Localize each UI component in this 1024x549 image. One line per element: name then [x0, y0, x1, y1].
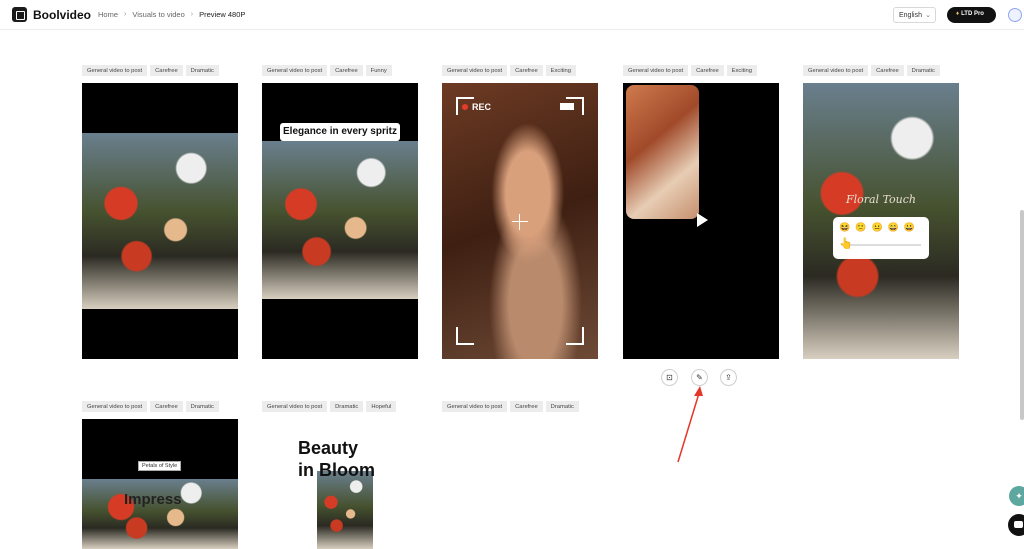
diamond-icon: ♦ [956, 11, 960, 17]
pointer-hand-icon: 👆 [839, 238, 853, 250]
frame-corner [456, 327, 474, 345]
battery-icon [560, 103, 574, 110]
tag: Carefree [510, 65, 543, 76]
tag: Carefree [871, 65, 904, 76]
video-preview[interactable]: Elegance in every spritz [262, 83, 418, 359]
emoji-row: 😆 🙁 😐 😄 😀 [839, 222, 915, 233]
tag-list: General video to post Carefree Funny [262, 65, 418, 77]
big-overlay-text: Impress [124, 491, 182, 508]
breadcrumb: Home › Visuals to video › Preview 480P [98, 10, 245, 19]
tag-list: General video to post Carefree Dramatic [82, 401, 238, 413]
tag: General video to post [442, 65, 508, 76]
video-preview[interactable]: Petals of Style Impress [82, 419, 238, 549]
ltd-pro-button[interactable]: ♦ LTD Pro [947, 7, 996, 23]
headline-line-2: in Bloom [298, 460, 375, 480]
tag: General video to post [803, 65, 869, 76]
video-card[interactable]: General video to post Dramatic Hopeful B… [262, 401, 418, 549]
annotation-arrow [677, 386, 703, 463]
video-frame-image [317, 471, 373, 549]
tag-list: General video to post Carefree Dramatic [442, 401, 598, 413]
avatar[interactable] [1008, 8, 1022, 22]
chevron-right-icon: › [124, 11, 127, 18]
video-frame-image [262, 141, 418, 299]
tag: General video to post [82, 65, 148, 76]
breadcrumb-visuals[interactable]: Visuals to video [132, 10, 184, 19]
ltd-pro-label: LTD Pro [961, 11, 984, 17]
overlay-script-text: Floral Touch [845, 193, 917, 206]
tag: Hopeful [366, 401, 397, 412]
tag: Exciting [545, 65, 576, 76]
emoji-sad-icon: 🙁 [855, 222, 867, 232]
video-frame-image [626, 85, 699, 219]
play-icon[interactable] [697, 213, 708, 227]
logo-icon[interactable] [12, 7, 27, 22]
tag: Dramatic [185, 401, 219, 412]
small-caption: Petals of Style [138, 461, 182, 471]
tag: Funny [365, 65, 392, 76]
assistant-button[interactable]: ✦ [1009, 486, 1024, 506]
video-frame-image [82, 479, 238, 549]
brand-name[interactable]: Boolvideo [33, 8, 91, 22]
chevron-down-icon: ⌄ [925, 12, 931, 19]
video-preview[interactable]: Beauty in Bloom [262, 419, 418, 549]
video-preview[interactable]: Floral Touch 😆 🙁 😐 😄 😀 👆 [803, 83, 959, 359]
video-preview[interactable] [82, 83, 238, 359]
tag: General video to post [623, 65, 689, 76]
tag: Dramatic [330, 401, 364, 412]
crosshair-icon [512, 221, 528, 222]
video-preview[interactable] [623, 83, 779, 359]
record-dot-icon [462, 104, 468, 110]
video-preview[interactable]: REC [442, 83, 598, 359]
slider-track [841, 244, 921, 246]
emoji-grin-icon: 😀 [903, 222, 916, 232]
tag: General video to post [442, 401, 508, 412]
video-card[interactable]: General video to post Carefree Dramatic [82, 65, 238, 359]
tag: Carefree [150, 65, 183, 76]
language-select[interactable]: English ⌄ [893, 7, 936, 23]
tag: Carefree [691, 65, 724, 76]
tag: General video to post [262, 401, 328, 412]
emoji-smile-icon: 😄 [887, 222, 899, 232]
top-bar: Boolvideo Home › Visuals to video › Prev… [0, 0, 1024, 30]
arrow-line [677, 389, 701, 463]
tag: Exciting [726, 65, 757, 76]
video-card[interactable]: General video to post Carefree Funny Ele… [262, 65, 418, 359]
tag: Carefree [330, 65, 363, 76]
breadcrumb-current: Preview 480P [199, 10, 246, 19]
share-icon[interactable]: ⇪ [720, 369, 737, 386]
tag: Dramatic [185, 65, 219, 76]
emoji-laugh-icon: 😆 [839, 222, 851, 232]
arrow-head [694, 386, 703, 396]
rec-label: REC [472, 102, 492, 112]
video-frame-image [82, 133, 238, 309]
emoji-slider-widget: 😆 🙁 😐 😄 😀 👆 [833, 217, 929, 259]
video-card[interactable]: General video to post Carefree Dramatic … [82, 401, 238, 549]
tag: Dramatic [906, 65, 940, 76]
crosshair-icon [519, 214, 520, 230]
tag: Carefree [510, 401, 543, 412]
tag: General video to post [262, 65, 328, 76]
tag-list: General video to post Carefree Dramatic [82, 65, 238, 77]
tag-list: General video to post Carefree Exciting [442, 65, 598, 77]
scrollbar[interactable] [1020, 210, 1024, 420]
video-caption: Elegance in every spritz [280, 123, 400, 141]
video-card[interactable]: General video to post Carefree Dramatic … [803, 65, 959, 359]
chat-button[interactable] [1008, 514, 1024, 536]
language-label: English [899, 12, 922, 19]
tag-list: General video to post Dramatic Hopeful [262, 401, 418, 413]
tag: Carefree [150, 401, 183, 412]
emoji-neutral-icon: 😐 [871, 222, 883, 232]
video-card[interactable]: General video to post Carefree Exciting … [442, 65, 598, 359]
tag-list: General video to post Carefree Dramatic [803, 65, 959, 77]
tag: Dramatic [545, 401, 579, 412]
tag: General video to post [82, 401, 148, 412]
headline: Beauty in Bloom [298, 437, 375, 481]
video-card[interactable]: General video to post Carefree Exciting … [623, 65, 779, 386]
breadcrumb-home[interactable]: Home [98, 10, 118, 19]
tag-list: General video to post Carefree Exciting [623, 65, 779, 77]
chevron-right-icon: › [190, 11, 194, 18]
frame-corner [566, 327, 584, 345]
headline-line-1: Beauty [298, 438, 359, 458]
video-card[interactable]: General video to post Carefree Dramatic [442, 401, 598, 413]
